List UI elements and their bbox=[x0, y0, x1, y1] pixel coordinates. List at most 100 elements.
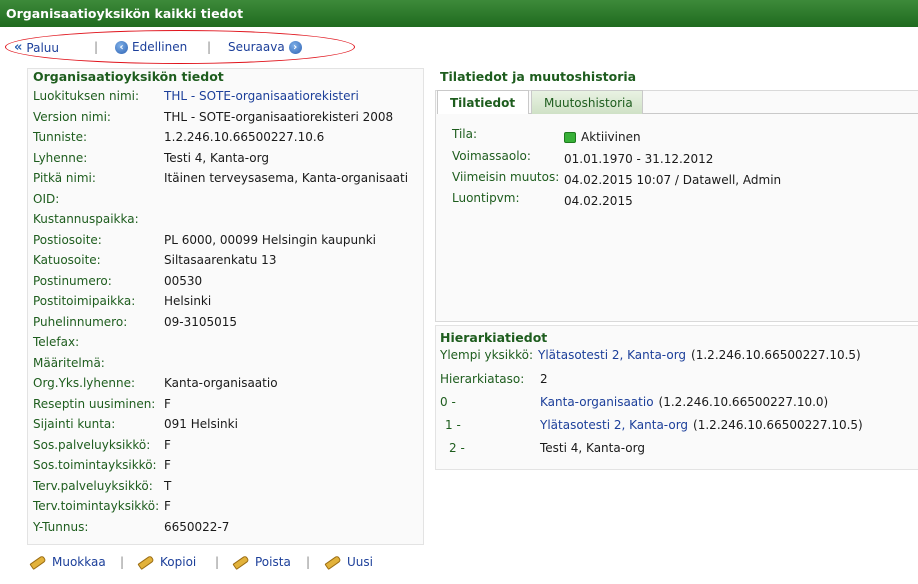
info-value: 6650022-7 bbox=[164, 519, 230, 534]
level-index: 2 - bbox=[449, 441, 465, 455]
info-label: Telefax: bbox=[33, 335, 80, 349]
info-row: Org.Yks.lyhenne: Kanta-organisaatio bbox=[33, 376, 278, 396]
last-change-value: 04.02.2015 10:07 / Datawell, Admin bbox=[564, 173, 782, 187]
info-value: Itäinen terveysasema, Kanta-organisaati bbox=[164, 171, 409, 185]
info-label: Puhelinnumero: bbox=[33, 314, 128, 329]
level-index: 1 - bbox=[445, 418, 461, 432]
level-value: 2 bbox=[540, 372, 548, 386]
info-row: Terv.palveluyksikkö: T bbox=[33, 479, 171, 499]
level-link[interactable]: Ylätasotesti 2, Kanta-org bbox=[540, 418, 688, 438]
info-row: Terv.toimintayksikkö: F bbox=[33, 499, 171, 519]
info-row: Kustannuspaikka: bbox=[33, 212, 164, 232]
info-label: Kustannuspaikka: bbox=[33, 212, 139, 226]
info-row: Version nimi: THL - SOTE-organisaatioreki… bbox=[33, 110, 393, 130]
info-label: Terv.palveluyksikkö: bbox=[33, 478, 153, 493]
status-section-title: Tilatiedot ja muutoshistoria bbox=[440, 69, 637, 84]
info-value: F bbox=[164, 396, 171, 411]
info-label: Lyhenne: bbox=[33, 150, 88, 165]
level-oid: (1.2.246.10.66500227.10.5) bbox=[693, 418, 863, 432]
hierarchy-level-1: 1 - Ylätasotesti 2, Kanta-org (1.2.246.1… bbox=[440, 418, 863, 438]
edit-action[interactable]: Muokkaa bbox=[29, 554, 106, 570]
pencil-icon bbox=[29, 554, 47, 570]
info-label: Määritelmä: bbox=[33, 355, 105, 370]
status-row-created: Luontipvm: 04.02.2015 bbox=[452, 191, 633, 211]
level-index: 0 - bbox=[440, 395, 456, 409]
info-value: F bbox=[164, 437, 171, 452]
copy-action[interactable]: Kopioi bbox=[137, 554, 197, 570]
tab-muutoshistoria[interactable]: Muutoshistoria bbox=[531, 90, 643, 114]
info-row: Katuosoite: Siltasaarenkatu 13 bbox=[33, 253, 276, 273]
info-row: Sos.palveluyksikkö: F bbox=[33, 438, 171, 458]
info-value: 091 Helsinki bbox=[164, 417, 238, 431]
copy-label: Kopioi bbox=[160, 555, 197, 569]
info-row: Postiosoite: PL 6000, 00099 Helsingin kau… bbox=[33, 233, 376, 253]
info-value-link[interactable]: THL - SOTE-organisaatiorekisteri bbox=[164, 89, 359, 109]
info-label: OID: bbox=[33, 191, 60, 206]
info-value: 1.2.246.10.66500227.10.6 bbox=[164, 130, 325, 144]
next-link[interactable]: Seuraava › bbox=[228, 40, 302, 54]
status-row-state: Tila: Aktiivinen bbox=[452, 127, 641, 147]
info-row: Sijainti kunta: 091 Helsinki bbox=[33, 417, 238, 437]
pencil-icon bbox=[232, 554, 250, 570]
window-title: Organisaatioyksikön kaikki tiedot bbox=[6, 6, 244, 21]
hierarchy-parent-row: Ylempi yksikkö: Ylätasotesti 2, Kanta-or… bbox=[440, 348, 861, 368]
info-label: Pitkä nimi: bbox=[33, 171, 96, 185]
info-row: Luokituksen nimi: THL - SOTE-organisaatio… bbox=[33, 89, 359, 109]
nav-separator: | bbox=[207, 40, 212, 54]
hierarchy-level-row: Hierarkiataso: 2 bbox=[440, 372, 548, 392]
next-label: Seuraava bbox=[228, 40, 285, 54]
arrow-left-circle-icon: ‹ bbox=[115, 40, 128, 54]
info-value: F bbox=[164, 499, 171, 513]
info-value: PL 6000, 00099 Helsingin kaupunki bbox=[164, 232, 377, 247]
info-label: Luokituksen nimi: bbox=[33, 89, 140, 103]
info-label: Postitoimipaikka: bbox=[33, 294, 136, 308]
last-change-label: Viimeisin muutos: bbox=[452, 170, 560, 184]
info-label: Reseptin uusiminen: bbox=[33, 396, 156, 411]
info-row: Telefax: bbox=[33, 335, 164, 355]
delete-label: Poista bbox=[255, 555, 291, 569]
status-row-last-change: Viimeisin muutos: 04.02.2015 10:07 / Dat… bbox=[452, 170, 781, 190]
info-value: Helsinki bbox=[164, 294, 212, 308]
action-separator: | bbox=[306, 555, 311, 569]
info-value: T bbox=[164, 478, 172, 493]
level-name: Testi 4, Kanta-org bbox=[540, 441, 645, 455]
active-status-icon bbox=[564, 131, 576, 143]
info-row: Tunniste: 1.2.246.10.66500227.10.6 bbox=[33, 130, 324, 150]
back-link[interactable]: « Paluu bbox=[14, 40, 59, 55]
pencil-icon bbox=[137, 554, 155, 570]
info-label: Postinumero: bbox=[33, 273, 112, 288]
info-label: Version nimi: bbox=[33, 109, 111, 124]
status-row-validity: Voimassaolo: 01.01.1970 - 31.12.2012 bbox=[452, 149, 713, 169]
double-chevron-left-icon: « bbox=[14, 40, 23, 55]
info-value: Siltasaarenkatu 13 bbox=[164, 253, 277, 267]
info-row: Pitkä nimi: Itäinen terveysasema, Kanta-o… bbox=[33, 171, 408, 191]
info-value: Testi 4, Kanta-org bbox=[164, 150, 269, 165]
status-text: Aktiivinen bbox=[581, 130, 641, 144]
parent-oid: (1.2.246.10.66500227.10.5) bbox=[691, 348, 861, 362]
arrow-right-circle-icon: › bbox=[288, 40, 302, 54]
created-value: 04.02.2015 bbox=[564, 194, 633, 208]
level-oid: (1.2.246.10.66500227.10.0) bbox=[658, 395, 829, 409]
validity-value: 01.01.1970 - 31.12.2012 bbox=[564, 152, 714, 166]
previous-link[interactable]: ‹ Edellinen bbox=[115, 40, 187, 54]
info-row: Postinumero: 00530 bbox=[33, 274, 202, 294]
delete-action[interactable]: Poista bbox=[232, 554, 291, 570]
nav-separator: | bbox=[94, 40, 99, 54]
action-separator: | bbox=[120, 555, 125, 569]
info-value: F bbox=[164, 458, 171, 472]
info-row: Y-Tunnus: 6650022-7 bbox=[33, 520, 229, 540]
info-title: Organisaatioyksikön tiedot bbox=[33, 69, 224, 84]
status-label: Tila: bbox=[452, 127, 478, 141]
info-label: Sijainti kunta: bbox=[33, 417, 116, 431]
level-link[interactable]: Kanta-organisaatio bbox=[540, 395, 654, 415]
level-label: Hierarkiataso: bbox=[440, 372, 525, 386]
status-value: Aktiivinen bbox=[564, 127, 641, 147]
pencil-icon bbox=[324, 554, 342, 570]
info-row: Määritelmä: bbox=[33, 356, 164, 376]
info-label: Org.Yks.lyhenne: bbox=[33, 376, 136, 390]
tab-tilatiedot[interactable]: Tilatiedot bbox=[437, 90, 529, 114]
parent-link[interactable]: Ylätasotesti 2, Kanta-org bbox=[538, 348, 686, 368]
new-action[interactable]: Uusi bbox=[324, 554, 373, 570]
hierarchy-title: Hierarkiatiedot bbox=[440, 330, 548, 345]
info-row: Reseptin uusiminen: F bbox=[33, 397, 171, 417]
